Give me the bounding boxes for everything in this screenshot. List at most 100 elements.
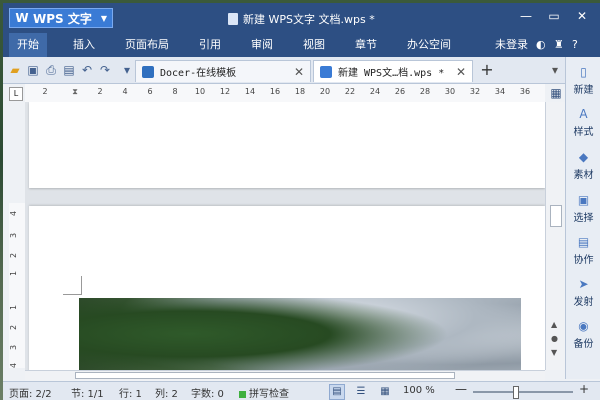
vruler-mark: 2 (9, 324, 19, 331)
zoom-level: 100 % (403, 385, 435, 396)
wps-logo-icon: W (15, 11, 29, 25)
panel-item-select[interactable]: ▣ 选择 (566, 193, 600, 224)
inserted-photo[interactable] (79, 298, 521, 370)
menu-insert[interactable]: 插入 (65, 33, 103, 57)
ruler-mark: 24 (369, 87, 381, 96)
close-tab-icon[interactable]: ✕ (456, 65, 466, 79)
maximize-icon[interactable]: ▭ (543, 9, 565, 23)
ruler-mark: 8 (172, 87, 178, 96)
tab-label: 新建 WPS文…档.wps * (338, 68, 445, 79)
scrollbar-thumb[interactable] (75, 372, 455, 379)
ruler-mark: 6 (147, 87, 153, 96)
document-icon (228, 13, 238, 25)
horizontal-scrollbar[interactable] (25, 370, 545, 381)
panel-item-backup[interactable]: ◉ 备份 (566, 319, 600, 350)
indent-marker-icon[interactable]: ⧗ (72, 87, 78, 97)
ruler-mark: 14 (244, 87, 256, 96)
panel-item-label: 新建 (573, 85, 594, 96)
redo-icon[interactable]: ↷ (97, 62, 113, 78)
vruler-mark: 4 (9, 210, 19, 217)
ruler-mark: 20 (319, 87, 331, 96)
wps-doc-icon (320, 65, 332, 78)
menu-home[interactable]: 开始 (9, 33, 47, 57)
outline-view-icon[interactable]: ☰ (353, 384, 369, 400)
send-icon: ➤ (578, 277, 589, 291)
menu-references[interactable]: 引用 (191, 33, 229, 57)
undo-icon[interactable]: ↶ (79, 62, 95, 78)
margin-corner-mark (63, 276, 82, 295)
tab-docer-templates[interactable]: Docer-在线模板 ✕ (135, 60, 311, 82)
menu-review[interactable]: 审阅 (243, 33, 281, 57)
skin-icon[interactable]: ◐ (536, 33, 546, 57)
vruler-mark: 3 (9, 232, 19, 239)
document-canvas[interactable] (25, 102, 545, 370)
ruler-mark: 2 (97, 87, 103, 96)
zoom-slider-handle[interactable] (513, 386, 519, 399)
close-icon[interactable]: ✕ (571, 9, 593, 23)
panel-item-label: 发射 (573, 297, 594, 308)
panel-item-new[interactable]: ▯ 新建 (566, 65, 600, 96)
page-2[interactable] (29, 206, 545, 370)
status-col: 列: 2 (155, 389, 178, 400)
tab-label: Docer-在线模板 (160, 68, 237, 79)
panel-item-label: 选择 (573, 213, 594, 224)
panel-item-material[interactable]: ◆ 素材 (566, 150, 600, 181)
zoom-out-icon[interactable]: — (455, 382, 467, 396)
scroll-up-icon[interactable]: ▲ (551, 320, 557, 329)
ruler-mark: 10 (194, 87, 206, 96)
tab-list-icon[interactable]: ▾ (547, 62, 563, 78)
print-preview-icon[interactable]: ▤ (61, 62, 77, 78)
quick-toolbar: ▰ ▣ ⎙ ▤ ↶ ↷ ▾ Docer-在线模板 ✕ 新建 WPS文…档.wps… (3, 57, 600, 84)
vertical-scrollbar[interactable]: ▲ ● ▼ (545, 102, 566, 370)
menu-page-layout[interactable]: 页面布局 (117, 33, 177, 57)
status-page: 页面: 2/2 (9, 389, 52, 400)
select-browse-object-icon[interactable]: ● (551, 334, 558, 343)
menu-view[interactable]: 视图 (295, 33, 333, 57)
ruler-toggle-icon[interactable]: ▦ (548, 85, 564, 101)
ruler-mark: 4 (122, 87, 128, 96)
ruler-mark: 26 (394, 87, 406, 96)
ruler-mark: 22 (344, 87, 356, 96)
panel-item-collab[interactable]: ▤ 协作 (566, 235, 600, 266)
ruler-mark: 32 (469, 87, 481, 96)
ruler-mark: 16 (269, 87, 281, 96)
print-icon[interactable]: ⎙ (43, 62, 59, 78)
ruler-mark: 34 (494, 87, 506, 96)
select-icon: ▣ (577, 193, 590, 207)
app-menu-button[interactable]: W WPS 文字 ▼ (9, 8, 113, 28)
page-1[interactable] (29, 102, 545, 188)
scrollbar-thumb[interactable] (550, 205, 562, 227)
login-link[interactable]: 未登录 (495, 33, 528, 57)
app-name: WPS 文字 (33, 11, 92, 26)
material-icon: ◆ (578, 150, 589, 164)
new-tab-icon[interactable]: + (479, 62, 495, 78)
close-tab-icon[interactable]: ✕ (294, 65, 304, 79)
web-view-icon[interactable]: ▦ (377, 384, 393, 400)
save-icon[interactable]: ▣ (25, 62, 41, 78)
scroll-down-icon[interactable]: ▼ (551, 348, 557, 357)
page-view-icon[interactable]: ▤ (329, 384, 345, 400)
panel-item-label: 素材 (573, 170, 594, 181)
panel-item-label: 样式 (573, 127, 594, 138)
status-words[interactable]: 字数: 0 (191, 385, 224, 400)
style-icon: A (579, 107, 588, 121)
docer-icon (142, 65, 154, 78)
menu-chapter[interactable]: 章节 (347, 33, 385, 57)
horizontal-ruler[interactable]: 2 ⧗ 2 4 6 8 10 12 14 16 18 20 22 24 26 2… (25, 84, 545, 103)
help-icon[interactable]: ? (572, 33, 578, 57)
panel-item-style[interactable]: A 样式 (566, 107, 600, 138)
zoom-in-icon[interactable]: + (579, 382, 589, 396)
ruler-tab-selector[interactable]: L (9, 87, 23, 101)
shirt-icon[interactable]: ♜ (554, 33, 564, 57)
panel-item-send[interactable]: ➤ 发射 (566, 277, 600, 308)
zoom-slider[interactable] (473, 391, 573, 393)
spell-status-icon (239, 390, 246, 398)
vertical-ruler: 4 3 2 1 1 2 3 4 (9, 203, 26, 368)
minimize-icon[interactable]: — (515, 9, 537, 23)
customize-toolbar-icon[interactable]: ▾ (119, 62, 135, 78)
spell-check-toggle[interactable]: 拼写检查 (239, 385, 289, 400)
open-folder-icon[interactable]: ▰ (7, 62, 23, 78)
menu-office-space[interactable]: 办公空间 (399, 33, 459, 57)
tab-current-document[interactable]: 新建 WPS文…档.wps * ✕ (313, 60, 473, 82)
ruler-mark: 12 (219, 87, 231, 96)
